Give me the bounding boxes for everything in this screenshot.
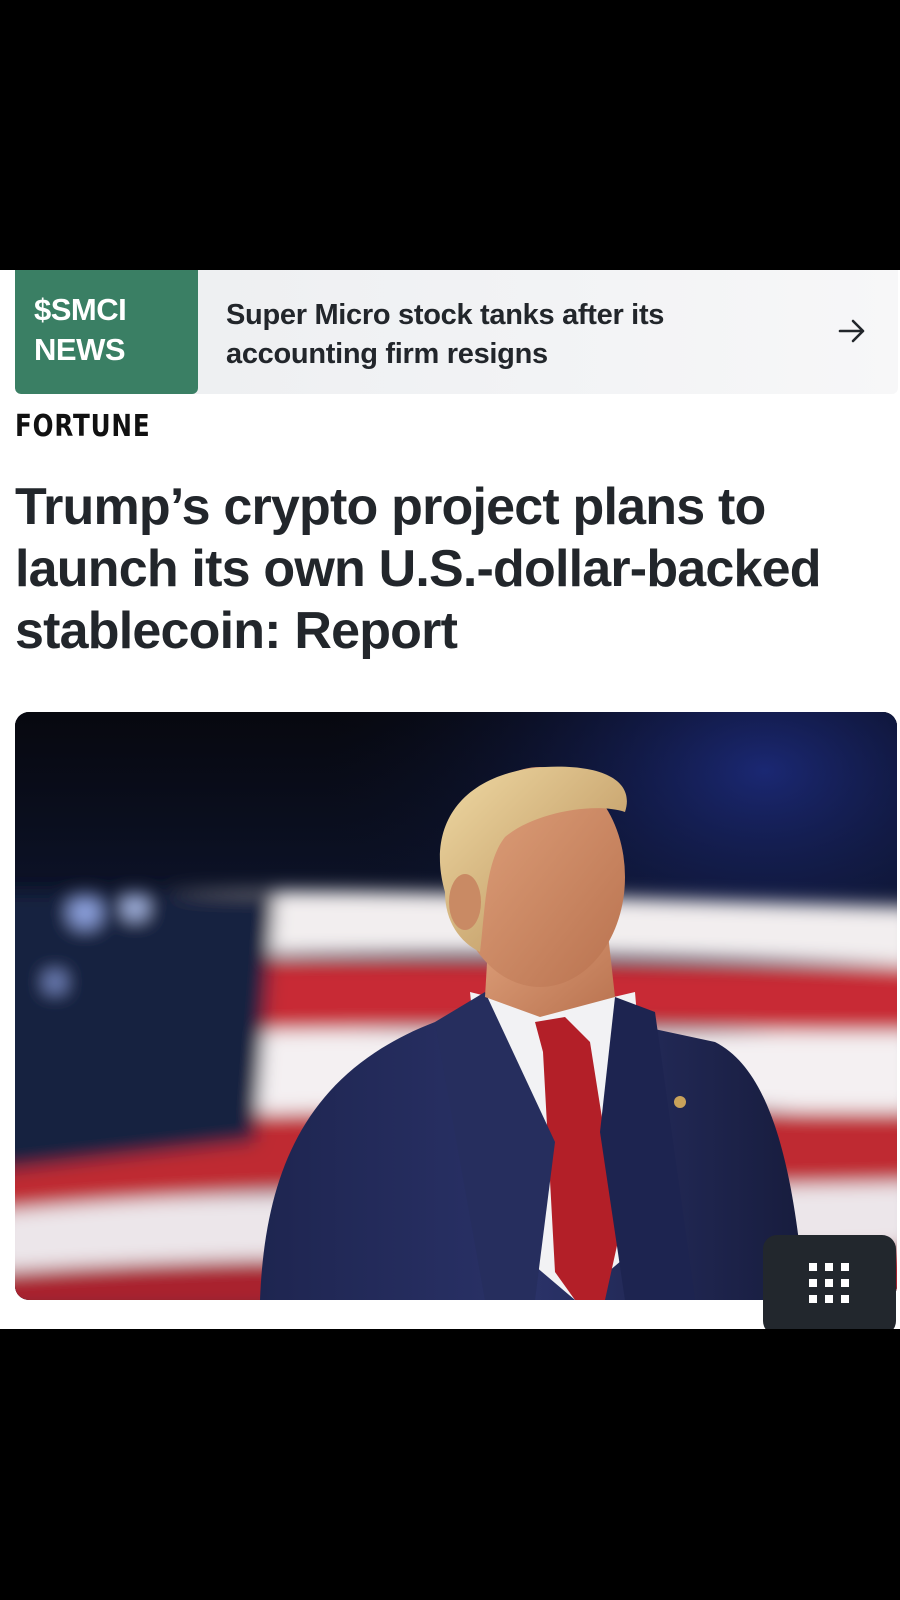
publication-logo[interactable]: FORTUNE [15,409,150,444]
arrow-right-icon[interactable] [835,314,869,348]
grid-menu-icon [809,1263,849,1303]
article-page: $SMCI NEWS Super Micro stock tanks after… [0,270,900,1329]
article-headline: Trump’s crypto project plans to launch i… [15,478,822,660]
news-ticker-banner[interactable]: $SMCI NEWS Super Micro stock tanks after… [15,270,898,394]
grid-menu-button[interactable] [763,1235,896,1329]
ticker-badge-label: NEWS [34,332,126,367]
ticker-badge: $SMCI NEWS [15,270,198,394]
ticker-headline-link[interactable]: Super Micro stock tanks after its accoun… [226,296,786,374]
ticker-badge-symbol: $SMCI [34,292,127,327]
hero-image[interactable] [15,712,897,1300]
